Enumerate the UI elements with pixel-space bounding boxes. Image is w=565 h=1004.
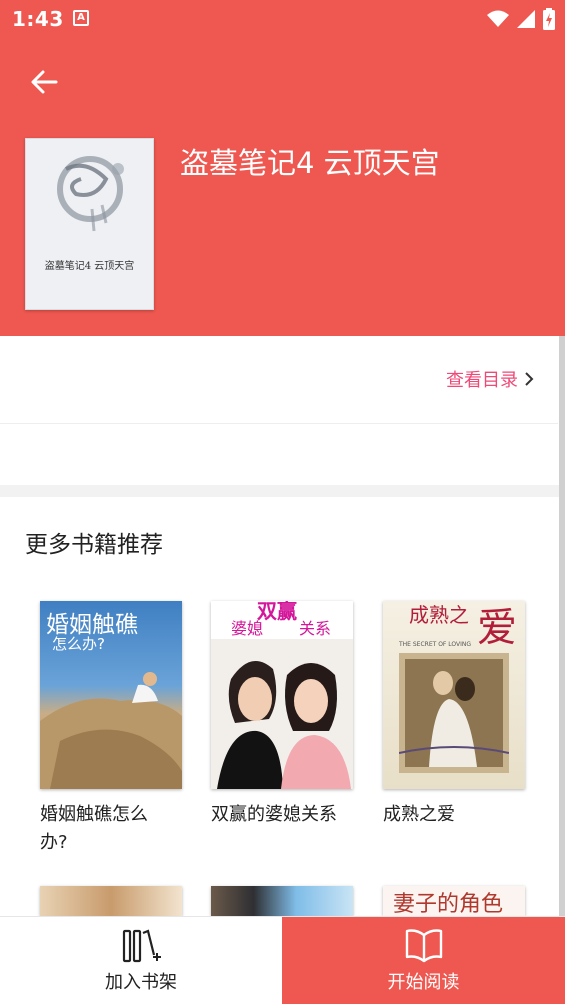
- scrollbar[interactable]: [559, 336, 565, 916]
- cover-caption: 盗墓笔记4 云顶天宫: [44, 261, 135, 272]
- status-icons: [487, 8, 555, 30]
- add-to-shelf-button[interactable]: 加入书架: [0, 917, 282, 1004]
- signal-icon: [517, 10, 535, 28]
- battery-icon: [543, 8, 555, 30]
- book-cover-5: [211, 886, 353, 916]
- toc-label: 查看目录: [446, 370, 518, 391]
- open-book-icon: [405, 929, 442, 963]
- book-card-2[interactable]: 双赢 婆媳 关系 双赢的婆媳关系: [211, 601, 361, 829]
- book-cover-1: 婚姻触礁 怎么办?: [40, 601, 182, 789]
- book-card-1[interactable]: 婚姻触礁 怎么办? 婚姻触礁怎么办?: [40, 601, 190, 857]
- cover-title-3: 成熟之: [409, 603, 469, 627]
- book-cover-6: 妻子的角色: [383, 886, 525, 916]
- cover-right-2: 关系: [299, 619, 332, 638]
- wifi-icon: [487, 10, 509, 27]
- cover-ink-art: [57, 156, 124, 232]
- book-cover-2: 双赢 婆媳 关系: [211, 601, 353, 789]
- bookshelf-add-icon: [122, 929, 161, 963]
- book-cover: 盗墓笔记4 云顶天宫: [25, 138, 154, 310]
- book-card-5[interactable]: [211, 886, 361, 916]
- chevron-right-icon: [525, 372, 534, 386]
- notification-icon: A: [73, 10, 89, 26]
- book-cover-4: [40, 886, 182, 916]
- book-name-2: 双赢的婆媳关系: [211, 804, 337, 825]
- book-header: 盗墓笔记4 云顶天宫 盗墓笔记4 云顶天宫: [0, 38, 565, 336]
- read-label: 开始阅读: [387, 972, 460, 993]
- couple-photo: [399, 653, 509, 773]
- arrow-left-icon: [31, 70, 58, 94]
- status-bar: 1:43 A: [0, 0, 565, 38]
- cover-left-2: 婆媳: [231, 619, 264, 638]
- toc-row: 查看目录: [0, 336, 558, 424]
- start-reading-button[interactable]: 开始阅读: [282, 917, 565, 1004]
- book-cover-3: 成熟之 爱 THE SECRET OF LOVING: [383, 601, 525, 789]
- description-area: [0, 425, 558, 485]
- bottom-action-bar: 加入书架 开始阅读: [0, 916, 565, 1004]
- view-toc-link[interactable]: 查看目录: [446, 366, 534, 392]
- book-name-1: 婚姻触礁怎么办?: [40, 804, 148, 853]
- two-women-photo: [211, 639, 353, 789]
- section-divider: [0, 485, 565, 497]
- cover-title-6: 妻子的角色: [393, 892, 504, 916]
- cover-sub-3: THE SECRET OF LOVING: [399, 641, 472, 648]
- book-title: 盗墓笔记4 云顶天宫: [180, 146, 440, 180]
- book-card-3[interactable]: 成熟之 爱 THE SECRET OF LOVING 成熟之爱: [383, 601, 533, 829]
- recommend-title: 更多书籍推荐: [25, 532, 163, 558]
- cover-subtitle-1: 怎么办?: [52, 635, 105, 653]
- back-button[interactable]: [22, 60, 66, 104]
- shelf-label: 加入书架: [105, 972, 177, 993]
- cover-big-3: 爱: [477, 605, 517, 651]
- book-card-4[interactable]: [40, 886, 190, 916]
- book-name-3: 成熟之爱: [383, 804, 455, 825]
- book-card-6[interactable]: 妻子的角色: [383, 886, 533, 916]
- status-time: 1:43: [12, 7, 64, 31]
